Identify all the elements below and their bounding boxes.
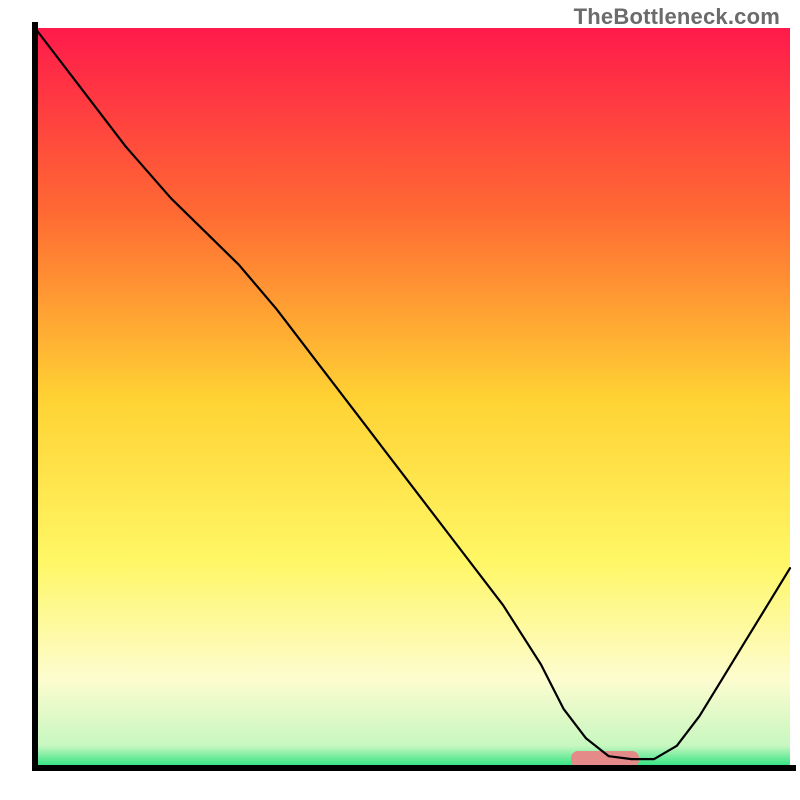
plot-background [35,28,790,768]
chart-canvas [0,0,800,800]
watermark-text: TheBottleneck.com [574,4,780,30]
